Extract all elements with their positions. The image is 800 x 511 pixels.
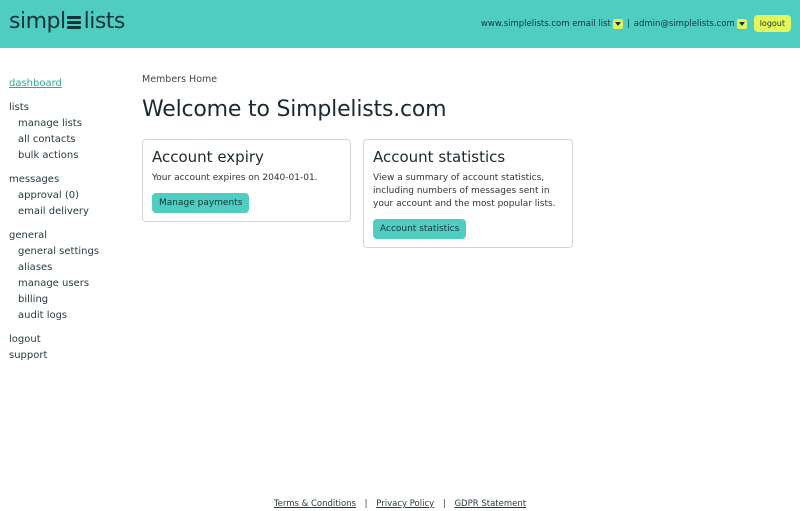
sidebar-heading-general[interactable]: general	[9, 228, 129, 244]
top-header: simpl lists www.simplelists.com email li…	[0, 0, 800, 48]
sidebar-item-audit-logs[interactable]: audit logs	[9, 308, 129, 324]
card-title: Account statistics	[373, 148, 506, 166]
account-expiry-card: Account expiry Your account expires on 2…	[142, 139, 351, 222]
privacy-policy-link[interactable]: Privacy Policy	[376, 499, 434, 509]
page-title: Welcome to Simplelists.com	[142, 97, 447, 122]
sidebar-item-dashboard[interactable]: dashboard	[9, 76, 129, 92]
header-menu: www.simplelists.com email list | admin@s…	[481, 15, 791, 32]
logo-text-right: lists	[83, 9, 126, 34]
email-list-label: www.simplelists.com email list	[480, 18, 611, 29]
sidebar-item-logout[interactable]: logout	[9, 332, 129, 348]
simplelists-logo[interactable]: simpl lists	[9, 9, 125, 34]
card-text: View a summary of account statistics, in…	[373, 173, 556, 209]
footer-separator: |	[442, 499, 446, 509]
chevron-down-icon[interactable]	[736, 18, 747, 29]
sidebar-nav: dashboard lists manage lists all contact…	[9, 76, 129, 364]
sidebar-item-approval[interactable]: approval (0)	[9, 188, 129, 204]
account-statistics-card: Account statistics View a summary of acc…	[363, 139, 573, 248]
account-label: admin@simplelists.com	[633, 18, 735, 29]
header-separator: |	[626, 18, 630, 29]
manage-payments-button[interactable]: Manage payments	[152, 193, 250, 213]
logo-text-left: simpl	[9, 9, 66, 34]
breadcrumb: Members Home	[142, 74, 218, 85]
terms-link[interactable]: Terms & Conditions	[274, 499, 356, 509]
account-statistics-button[interactable]: Account statistics	[373, 219, 467, 239]
sidebar-item-billing[interactable]: billing	[9, 292, 129, 308]
sidebar-heading-messages[interactable]: messages	[9, 172, 129, 188]
card-title: Account expiry	[152, 148, 264, 166]
email-list-selector[interactable]: www.simplelists.com email list	[480, 18, 623, 29]
sidebar-item-manage-users[interactable]: manage users	[9, 276, 129, 292]
footer: Terms & Conditions | Privacy Policy | GD…	[0, 499, 800, 509]
account-selector[interactable]: admin@simplelists.com	[633, 18, 747, 29]
main-content: Members Home Welcome to Simplelists.com	[142, 74, 447, 122]
gdpr-statement-link[interactable]: GDPR Statement	[454, 499, 526, 509]
card-text: Your account expires on 2040-01-01.	[152, 173, 318, 183]
sidebar-item-manage-lists[interactable]: manage lists	[9, 116, 129, 132]
sidebar-item-general-settings[interactable]: general settings	[9, 244, 129, 260]
logout-button[interactable]: logout	[753, 15, 791, 32]
chevron-down-icon[interactable]	[612, 18, 623, 29]
sidebar-heading-lists[interactable]: lists	[9, 100, 129, 116]
sidebar-item-email-delivery[interactable]: email delivery	[9, 204, 129, 220]
sidebar-item-bulk-actions[interactable]: bulk actions	[9, 148, 129, 164]
sidebar-item-aliases[interactable]: aliases	[9, 260, 129, 276]
logo-lines-icon	[66, 13, 83, 31]
footer-separator: |	[364, 499, 368, 509]
sidebar-item-support[interactable]: support	[9, 348, 129, 364]
sidebar-item-all-contacts[interactable]: all contacts	[9, 132, 129, 148]
